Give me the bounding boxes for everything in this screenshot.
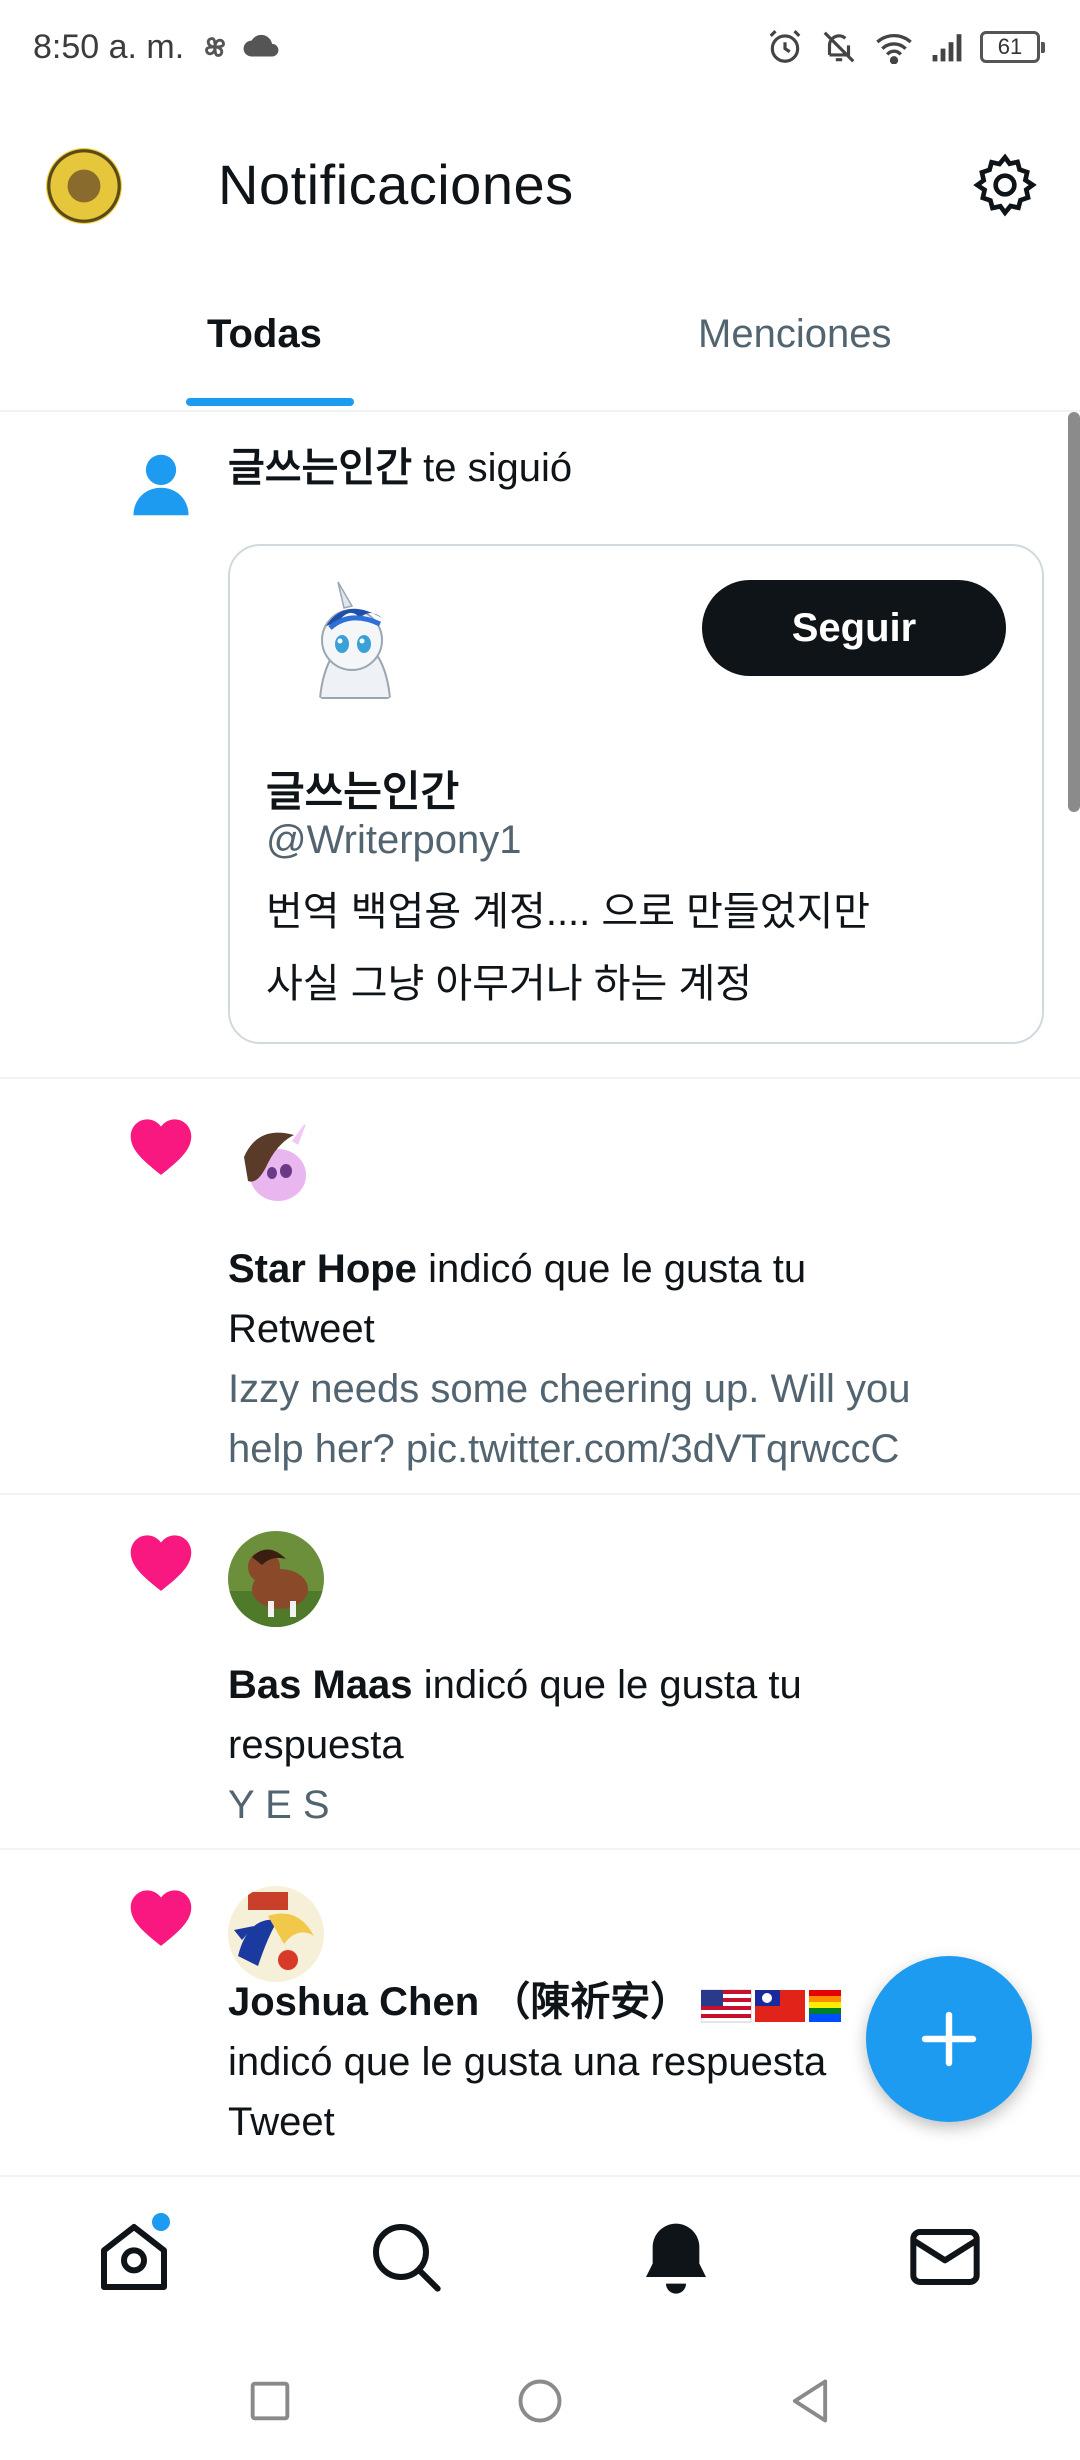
actor-name[interactable]: Bas Maas xyxy=(228,1663,413,1707)
action-text: indicó que le gusta tu xyxy=(428,1247,807,1291)
rainbow-flag-icon xyxy=(809,1990,842,2023)
us-flag-icon xyxy=(701,1989,752,2023)
follow-button[interactable]: Seguir xyxy=(702,580,1006,676)
profile-avatar[interactable] xyxy=(46,148,122,224)
actor-name[interactable]: 글쓰는인간 xyxy=(228,446,412,490)
actor-name[interactable]: Joshua Chen （陳祈安） xyxy=(228,1980,690,2024)
action-text: te siguió xyxy=(423,446,573,490)
top-app-bar: Notificaciones xyxy=(0,120,1080,250)
notification-tabs: Todas Menciones xyxy=(0,290,1080,412)
system-navigation-bar xyxy=(0,2337,1080,2460)
signal-icon xyxy=(932,34,962,62)
tab-all[interactable]: Todas xyxy=(207,312,322,357)
status-bar: 8:50 a. m. 61 xyxy=(0,0,1080,100)
user-card-bio: 번역 백업용 계정.... 으로 만들었지만 사실 그냥 아무거나 하는 계정 xyxy=(266,876,1026,1020)
pinwheel-icon xyxy=(205,37,225,57)
wifi-icon xyxy=(876,34,912,64)
home-circle-icon[interactable] xyxy=(514,2375,566,2427)
heart-icon xyxy=(130,1890,192,1946)
heart-icon xyxy=(130,1119,192,1175)
bio-line: 사실 그냥 아무거나 하는 계정 xyxy=(266,962,753,1006)
bell-icon[interactable] xyxy=(636,2217,716,2297)
back-triangle-icon[interactable] xyxy=(784,2375,836,2427)
action-text: Tweet xyxy=(228,2100,335,2144)
action-text: indicó que le gusta tu xyxy=(423,1663,802,1707)
flags-emoji xyxy=(701,1989,842,2023)
bio-line: 번역 백업용 계정.... 으로 만들었지만 xyxy=(266,890,871,934)
taiwan-flag-icon xyxy=(755,1990,806,2023)
notification-like[interactable]: Star Hope indicó que le gusta tu Retweet… xyxy=(0,1079,1080,1495)
page-title: Notificaciones xyxy=(218,153,574,216)
battery-icon: 61 xyxy=(980,31,1045,63)
tab-mentions[interactable]: Menciones xyxy=(698,312,891,357)
status-right-icons: 61 xyxy=(766,28,1045,66)
compose-tweet-button[interactable] xyxy=(866,1956,1032,2122)
user-card-name[interactable]: 글쓰는인간 xyxy=(266,758,459,819)
follow-headline: 글쓰는인간 te siguió xyxy=(228,438,572,498)
new-content-dot xyxy=(152,2213,170,2231)
like-headline: Joshua Chen （陳祈安） indicó que le gusta un… xyxy=(228,1972,842,2152)
status-time: 8:50 a. m. xyxy=(33,28,185,66)
tweet-preview[interactable]: Y E S xyxy=(228,1775,802,1835)
user-avatar[interactable] xyxy=(228,1115,324,1211)
notification-follow[interactable]: 글쓰는인간 te siguió Seguir 글쓰는인간 @Writerpony… xyxy=(0,412,1080,1079)
tab-indicator xyxy=(186,398,354,406)
status-left-icons xyxy=(198,30,280,64)
user-card[interactable]: Seguir 글쓰는인간 @Writerpony1 번역 백업용 계정.... … xyxy=(228,544,1044,1044)
like-headline: Bas Maas indicó que le gusta tu respuest… xyxy=(228,1655,802,1835)
tweet-preview[interactable]: help her? pic.twitter.com/3dVTqrwccC xyxy=(228,1419,911,1479)
user-avatar[interactable] xyxy=(228,1886,324,1982)
action-text: respuesta xyxy=(228,1723,404,1767)
pony-avatar-image xyxy=(290,578,420,708)
user-avatar[interactable] xyxy=(228,1531,324,1627)
bottom-navigation xyxy=(0,2175,1080,2337)
action-text: Retweet xyxy=(228,1307,375,1351)
heart-icon xyxy=(130,1535,192,1591)
sonic-avatar-image xyxy=(228,1886,324,1982)
user-card-handle[interactable]: @Writerpony1 xyxy=(266,818,522,863)
bell-off-icon xyxy=(823,31,855,63)
cloud-icon xyxy=(243,34,279,57)
actor-name[interactable]: Star Hope xyxy=(228,1247,417,1291)
notification-like[interactable]: Bas Maas indicó que le gusta tu respuest… xyxy=(0,1495,1080,1850)
pony-avatar-image xyxy=(228,1531,324,1627)
alarm-icon xyxy=(769,30,801,63)
tweet-preview[interactable]: Izzy needs some cheering up. Will you xyxy=(228,1359,911,1419)
like-headline: Star Hope indicó que le gusta tu Retweet… xyxy=(228,1239,911,1479)
person-icon xyxy=(133,454,189,516)
plus-icon xyxy=(921,2011,977,2067)
user-avatar[interactable] xyxy=(290,578,420,708)
action-text: indicó que le gusta una respuesta xyxy=(228,2040,827,2084)
mail-icon[interactable] xyxy=(905,2217,985,2297)
gear-icon[interactable] xyxy=(970,150,1040,220)
pony-avatar-image xyxy=(228,1115,324,1211)
recent-apps-icon[interactable] xyxy=(244,2375,296,2427)
search-icon[interactable] xyxy=(366,2217,446,2297)
